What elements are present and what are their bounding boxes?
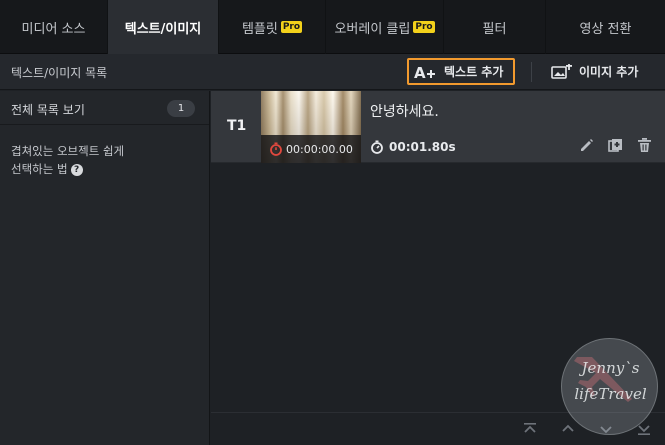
tab-overlay-clip[interactable]: 오버레이 클립 Pro xyxy=(326,0,444,54)
list-title: 텍스트/이미지 목록 xyxy=(11,66,108,80)
start-time-value: 00:00:00.00 xyxy=(286,142,353,156)
duplicate-icon[interactable] xyxy=(607,137,624,154)
tab-text-image[interactable]: 텍스트/이미지 xyxy=(108,0,219,55)
edit-icon[interactable] xyxy=(578,137,595,154)
thumbnail: 00:00:00.00 xyxy=(261,91,361,163)
tab-label: 텍스트/이미지 xyxy=(124,21,202,37)
add-image-label: 이미지 추가 xyxy=(579,65,639,79)
move-to-top-icon[interactable] xyxy=(521,420,539,438)
item-actions xyxy=(578,137,653,154)
tab-label: 미디어 소스 xyxy=(21,21,86,37)
tab-label: 영상 전환 xyxy=(579,21,632,37)
tab-label: 필터 xyxy=(482,21,507,37)
svg-text:A: A xyxy=(414,64,426,80)
tab-template[interactable]: 템플릿 Pro xyxy=(219,0,326,54)
view-all-label: 전체 목록 보기 xyxy=(11,103,85,117)
duration-value: 00:01.80s xyxy=(389,140,456,154)
tab-filter[interactable]: 필터 xyxy=(444,0,546,54)
sidebar: 전체 목록 보기 1 겹쳐있는 오브젝트 쉽게 선택하는 법? xyxy=(0,91,210,445)
add-image-button[interactable]: 이미지 추가 xyxy=(549,58,657,85)
watermark-line2: lifeTravel xyxy=(574,385,647,403)
view-all-list-item[interactable]: 전체 목록 보기 1 xyxy=(0,91,209,125)
track-label: T1 xyxy=(227,118,247,134)
delete-icon[interactable] xyxy=(636,137,653,154)
watermark-logo: Jenny`s lifeTravel xyxy=(561,338,658,435)
tab-label: 템플릿 xyxy=(241,21,278,37)
pro-badge: Pro xyxy=(280,21,303,33)
toolbar: 텍스트/이미지 목록 A 텍스트 추가 이미지 추가 xyxy=(0,54,665,90)
tab-bar: 미디어 소스 텍스트/이미지 템플릿 Pro 오버레이 클립 Pro 필터 영상 전… xyxy=(0,0,665,55)
question-icon[interactable]: ? xyxy=(70,163,83,176)
tab-media-source[interactable]: 미디어 소스 xyxy=(0,0,108,54)
help-text-line2: 선택하는 법 xyxy=(11,162,68,176)
add-text-icon: A xyxy=(414,64,435,80)
add-image-icon xyxy=(551,63,572,79)
start-time: 00:00:00.00 xyxy=(261,135,361,163)
duration: 00:01.80s xyxy=(370,140,456,154)
timer-icon xyxy=(270,142,282,156)
watermark-line1: Jenny`s xyxy=(581,359,640,377)
stopwatch-icon xyxy=(371,140,383,154)
count-badge: 1 xyxy=(167,100,195,117)
add-text-label: 텍스트 추가 xyxy=(444,65,504,79)
help-link[interactable]: 겹쳐있는 오브젝트 쉽게 선택하는 법? xyxy=(11,142,191,178)
tab-label: 오버레이 클립 xyxy=(334,21,411,37)
item-text: 안녕하세요. xyxy=(370,104,439,120)
list-item[interactable]: T1 00:00:00.00 안녕하세요. 00:01.80s xyxy=(211,91,665,163)
pro-badge: Pro xyxy=(413,21,435,33)
toolbar-divider xyxy=(531,62,532,82)
tab-transition[interactable]: 영상 전환 xyxy=(546,0,665,54)
add-text-button[interactable]: A 텍스트 추가 xyxy=(407,58,515,85)
help-text-line1: 겹쳐있는 오브젝트 쉽게 xyxy=(11,144,125,158)
